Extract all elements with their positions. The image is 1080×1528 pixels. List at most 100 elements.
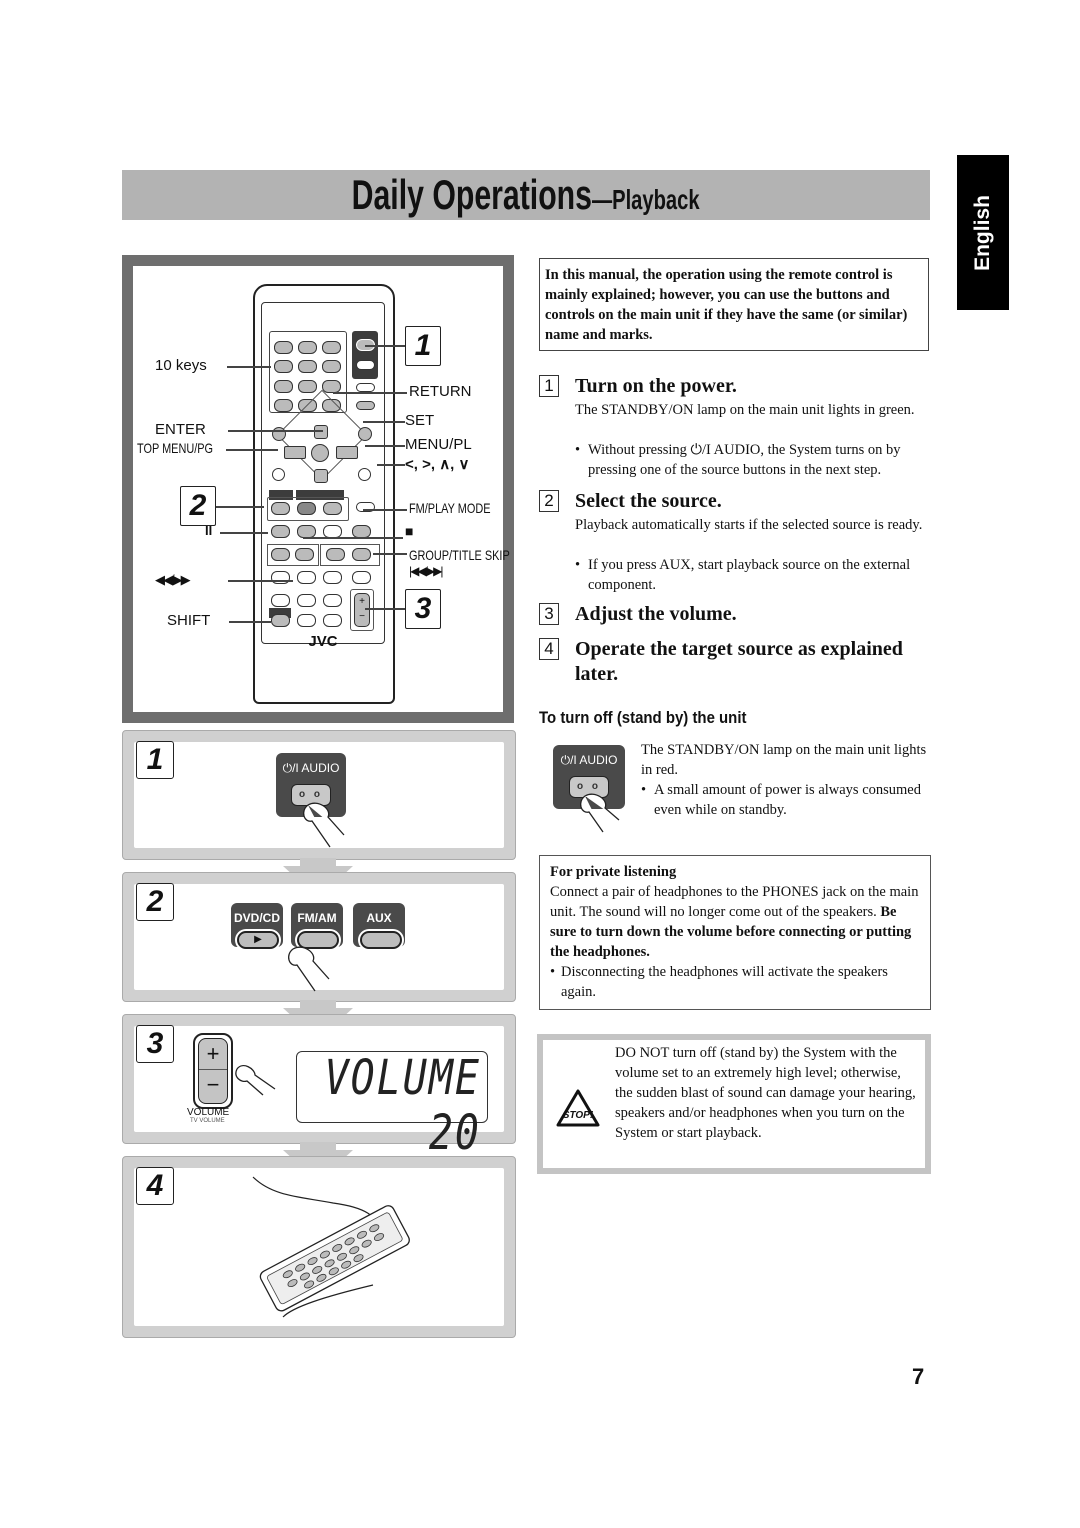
pause-key [271,525,290,538]
callout-stop: ■ [405,523,414,539]
remote-key [298,360,317,373]
step-number: 3 [539,603,559,625]
callout-return: RETURN [409,383,472,400]
remote-key [272,468,285,481]
step-number: 1 [539,375,559,397]
hands-holding-remote-illustration [252,1176,410,1318]
stop-label: STOP! [563,1110,594,1121]
aux-button [360,931,402,949]
step-marker-3: 3 [405,589,441,629]
step-body: The STANDBY/ON lamp on the main unit lig… [575,402,915,418]
step-heading: Adjust the volume. [575,603,737,625]
step-marker-1: 1 [405,326,441,366]
callout-top-menu: TOP MENU/PG [137,440,214,456]
rewind-key [271,548,290,561]
callout-set: SET [405,412,435,429]
callout-shift: SHIFT [167,612,211,629]
remote-key [356,360,375,370]
remote-key [322,360,341,373]
step-bullet: Without pressing ⏻/I AUDIO, the System t… [575,440,944,480]
remote-key [297,571,316,584]
down-key [314,469,328,483]
remote-key [356,502,375,512]
volume-key-outline: + − [193,1033,233,1109]
turn-off-bullet: A small amount of power is always consum… [641,780,934,820]
callout-ten-keys: 10 keys [155,357,207,374]
dvd-cd-key [271,502,290,515]
caution-box: STOP! DO NOT turn off (stand by) the Sys… [537,1034,931,1174]
remote-control-diagram: + − JVC 10 keys ENTER TOP MENU/PG 2 II ◀◀… [122,255,514,723]
language-tab: English [957,155,1009,310]
remote-key [274,341,293,354]
finger-icon [235,1065,276,1096]
up-key [314,425,328,439]
step-panel-2: 2 DVD/CD ▶ FM/AM AUX [122,872,516,1002]
step-heading: Operate the target source as explained l… [575,638,903,685]
set-key [356,401,375,410]
enter-key [311,444,329,462]
remote-key [356,383,375,392]
play-button: ▶ [237,931,279,949]
finger-icon [302,802,345,848]
callout-menu-pl: MENU/PL [405,436,472,453]
stop-warning-icon: STOP! [556,1089,600,1127]
brand-logo: JVC [308,633,338,650]
remote-key [297,594,316,607]
shift-key [271,614,290,627]
step-panel-4: 4 [122,1156,516,1338]
fast-forward-key [295,548,314,561]
callout-enter: ENTER [155,421,206,438]
volume-label: VOLUME [187,1107,230,1118]
remote-key [323,571,342,584]
step-body: Playback automatically starts if the sel… [575,517,923,533]
remote-key [271,571,290,584]
remote-key [352,571,371,584]
volume-key: + − [354,593,370,627]
remote-key [274,399,293,412]
remote-key [274,380,293,393]
step-panel-number: 3 [136,1025,174,1063]
step-panel-number: 4 [136,1167,174,1205]
remote-key [322,341,341,354]
page-title-bar: Daily Operations—Playback [122,170,930,220]
caution-text: DO NOT turn off (stand by) the System wi… [615,1045,916,1141]
volume-display: VOLUME 20 [296,1051,488,1161]
skip-back-key [326,548,345,561]
remote-key [297,614,316,627]
private-listening-bullet: • Disconnecting the headphones will activ… [550,964,888,1000]
remote-key [271,594,290,607]
callout-fm-play-mode: FM/PLAY MODE [409,500,491,516]
finger-icon [579,793,620,833]
turn-off-heading: To turn off (stand by) the unit [539,708,747,727]
remote-key [298,380,317,393]
step-bullet: If you press AUX, start playback source … [575,555,928,595]
turn-off-body: The STANDBY/ON lamp on the main unit lig… [641,742,927,778]
tv-volume-label: TV VOLUME [190,1118,225,1124]
step-heading: Select the source. [575,490,722,512]
remote-key [323,594,342,607]
menu-key [358,427,372,441]
step-panel-1: 1 ⏻/I AUDIO o o o [122,730,516,860]
private-listening-heading: For private listening [550,864,677,880]
page-number: 7 [912,1364,925,1389]
left-key [284,446,306,459]
step-panel-number: 1 [136,741,174,779]
remote-key [274,360,293,373]
step-marker-2: 2 [180,486,216,526]
intro-note: In this manual, the operation using the … [539,258,929,351]
callout-pause: II [205,523,213,538]
right-key [336,446,358,459]
callout-group-title-skip: GROUP/TITLE SKIP [409,547,510,563]
skip-forward-key [352,548,371,561]
step-number: 2 [539,490,559,512]
remote-key [358,468,371,481]
volume-rocker: + − [198,1038,228,1104]
step-heading: Turn on the power. [575,375,737,397]
callout-cursor: <, >, ∧, ∨ [405,456,470,473]
fm-am-key [297,502,316,515]
callout-search: ◀◀/▶▶ [155,572,191,587]
aux-key [323,502,342,515]
remote-key [323,614,342,627]
callout-skip: |◀◀/▶▶| [409,564,444,578]
remote-control-illustration: + − JVC [253,284,395,704]
